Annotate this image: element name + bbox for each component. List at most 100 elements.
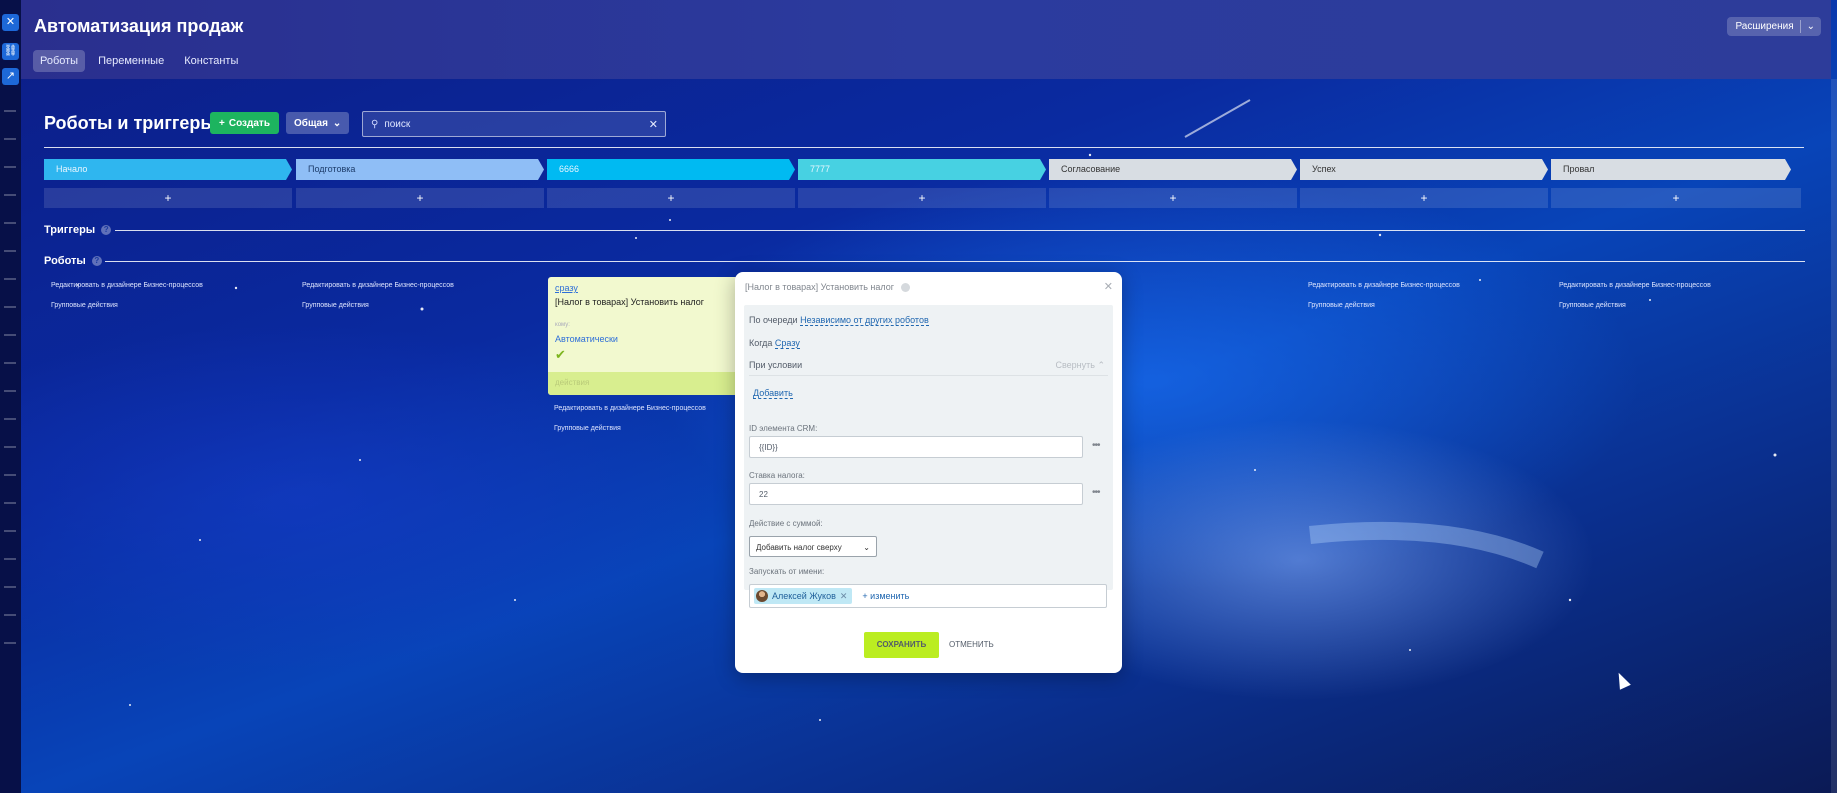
run-as-field[interactable]: Алексей Жуков ✕ + изменить <box>749 584 1107 608</box>
triggers-label: Триггеры <box>44 224 96 236</box>
common-dropdown[interactable]: Общая ⌄ <box>286 112 350 134</box>
edit-in-designer-link[interactable]: Редактировать в дизайнере Бизнес-процесс… <box>554 405 706 412</box>
crm-id-label: ID элемента CRM: <box>749 424 818 433</box>
collapse-label: Свернуть <box>1055 360 1095 370</box>
robots-label: Роботы <box>44 255 86 267</box>
change-user-link[interactable]: + изменить <box>862 591 909 601</box>
queue-value-link[interactable]: Независимо от других роботов <box>800 315 929 326</box>
plus-icon: + <box>219 117 225 129</box>
run-as-label: Запускать от имени: <box>749 567 825 576</box>
stage-preparation[interactable]: Подготовка <box>296 159 544 180</box>
divider <box>115 230 1805 231</box>
add-trigger-button[interactable]: + <box>798 188 1046 208</box>
edit-in-designer-link[interactable]: Редактировать в дизайнере Бизнес-процесс… <box>302 282 454 289</box>
tax-rate-label: Ставка налога: <box>749 471 805 480</box>
group-actions-link[interactable]: Групповые действия <box>1308 302 1375 309</box>
when-label: Когда <box>749 338 773 348</box>
action-select[interactable]: Добавить налог сверху ⌄ <box>749 536 877 557</box>
edit-in-designer-link[interactable]: Редактировать в дизайнере Бизнес-процесс… <box>51 282 203 289</box>
app-header: Автоматизация продаж Роботы Переменные К… <box>21 0 1831 79</box>
stage-7777[interactable]: 7777 <box>798 159 1046 180</box>
add-trigger-button[interactable]: + <box>1551 188 1801 208</box>
collapse-toggle[interactable]: Свернуть ⌃ <box>1055 360 1105 371</box>
group-actions-link[interactable]: Групповые действия <box>554 425 621 432</box>
dialog-title: [Налог в товарах] Установить налог <box>745 282 910 293</box>
robot-for-label: кому: <box>555 322 570 328</box>
tab-variables[interactable]: Переменные <box>91 50 171 72</box>
clear-search-icon[interactable]: ✕ <box>649 118 658 131</box>
left-rail: ✕ ⛓ ↗ <box>0 0 21 793</box>
group-actions-link[interactable]: Групповые действия <box>1559 302 1626 309</box>
more-icon[interactable]: ••• <box>1092 487 1100 498</box>
help-icon[interactable]: ? <box>91 256 102 267</box>
queue-row: По очереди Независимо от других роботов <box>749 315 929 326</box>
create-label: Создать <box>228 117 270 129</box>
page-title: Автоматизация продаж <box>34 16 244 36</box>
header-tabs: Роботы Переменные Константы <box>33 50 245 72</box>
close-icon[interactable]: ✕ <box>2 14 19 31</box>
search-placeholder: поиск <box>384 118 411 130</box>
save-button[interactable]: СОХРАНИТЬ <box>864 632 939 658</box>
help-icon[interactable] <box>900 283 910 293</box>
add-trigger-button[interactable]: + <box>44 188 292 208</box>
more-icon[interactable]: ••• <box>1092 440 1100 451</box>
chevron-down-icon: ⌄ <box>332 117 342 129</box>
help-icon[interactable]: ? <box>101 225 112 236</box>
section-title: Роботы и триггеры <box>44 113 216 133</box>
dialog-title-text: [Налог в товарах] Установить налог <box>745 282 895 292</box>
cancel-button[interactable]: ОТМЕНИТЬ <box>949 632 994 658</box>
create-button[interactable]: + Создать <box>210 112 279 134</box>
user-badge[interactable]: Алексей Жуков ✕ <box>754 588 853 604</box>
common-label: Общая <box>294 117 328 129</box>
robot-settings-dialog: [Налог в товарах] Установить налог ✕ По … <box>735 272 1122 673</box>
robot-title: [Налог в товарах] Установить налог <box>555 297 705 307</box>
edit-in-designer-link[interactable]: Редактировать в дизайнере Бизнес-процесс… <box>1559 282 1711 289</box>
robot-card-footer: действия <box>548 372 738 395</box>
when-value-link[interactable]: Сразу <box>774 338 800 349</box>
extensions-label: Расширения <box>1735 21 1794 32</box>
robot-assignee-link[interactable]: Автоматически <box>555 334 618 344</box>
triggers-heading: Триггеры? <box>44 224 112 236</box>
avatar <box>756 590 768 602</box>
link-icon[interactable]: ⛓ <box>2 43 19 60</box>
edit-in-designer-link[interactable]: Редактировать в дизайнере Бизнес-процесс… <box>1308 282 1460 289</box>
add-condition-link[interactable]: Добавить <box>753 388 793 399</box>
robot-card[interactable]: сразу [Налог в товарах] Установить налог… <box>548 277 738 395</box>
when-row: Когда Сразу <box>749 338 800 349</box>
search-icon: ⚲ <box>371 118 379 130</box>
add-trigger-button[interactable]: + <box>296 188 544 208</box>
remove-user-icon[interactable]: ✕ <box>840 591 848 602</box>
check-icon: ✔ <box>555 347 566 362</box>
group-actions-link[interactable]: Групповые действия <box>51 302 118 309</box>
close-icon[interactable]: ✕ <box>1104 280 1113 293</box>
add-trigger-button[interactable]: + <box>547 188 795 208</box>
mouse-cursor <box>1613 670 1631 690</box>
user-name: Алексей Жуков <box>772 591 836 601</box>
extensions-button[interactable]: Расширения ⌄ <box>1727 17 1821 36</box>
chevron-down-icon: ⌄ <box>863 543 870 552</box>
robots-heading: Роботы? <box>44 255 102 267</box>
group-actions-link[interactable]: Групповые действия <box>302 302 369 309</box>
dialog-body: По очереди Независимо от других роботов … <box>744 305 1113 608</box>
page-scrollbar[interactable] <box>1831 79 1837 793</box>
stage-6666[interactable]: 6666 <box>547 159 795 180</box>
crm-id-input[interactable]: {{ID}} <box>749 436 1083 458</box>
divider <box>44 147 1804 148</box>
stage-start[interactable]: Начало <box>44 159 292 180</box>
stage-approval[interactable]: Согласование <box>1049 159 1297 180</box>
robot-when-link[interactable]: сразу <box>555 283 578 293</box>
add-trigger-button[interactable]: + <box>1049 188 1297 208</box>
stage-success[interactable]: Успех <box>1300 159 1548 180</box>
robot-actions-label: действия <box>555 378 590 387</box>
chevron-up-icon: ⌃ <box>1097 360 1105 370</box>
divider <box>749 375 1108 376</box>
add-trigger-button[interactable]: + <box>1300 188 1548 208</box>
open-external-icon[interactable]: ↗ <box>2 68 19 85</box>
search-input[interactable]: ⚲ поиск ✕ <box>362 111 666 137</box>
tab-robots[interactable]: Роботы <box>33 50 86 72</box>
action-select-value: Добавить налог сверху <box>756 543 842 552</box>
chevron-down-icon: ⌄ <box>1806 21 1815 32</box>
tab-constants[interactable]: Константы <box>177 50 245 72</box>
tax-rate-input[interactable]: 22 <box>749 483 1083 505</box>
stage-failure[interactable]: Провал <box>1551 159 1791 180</box>
